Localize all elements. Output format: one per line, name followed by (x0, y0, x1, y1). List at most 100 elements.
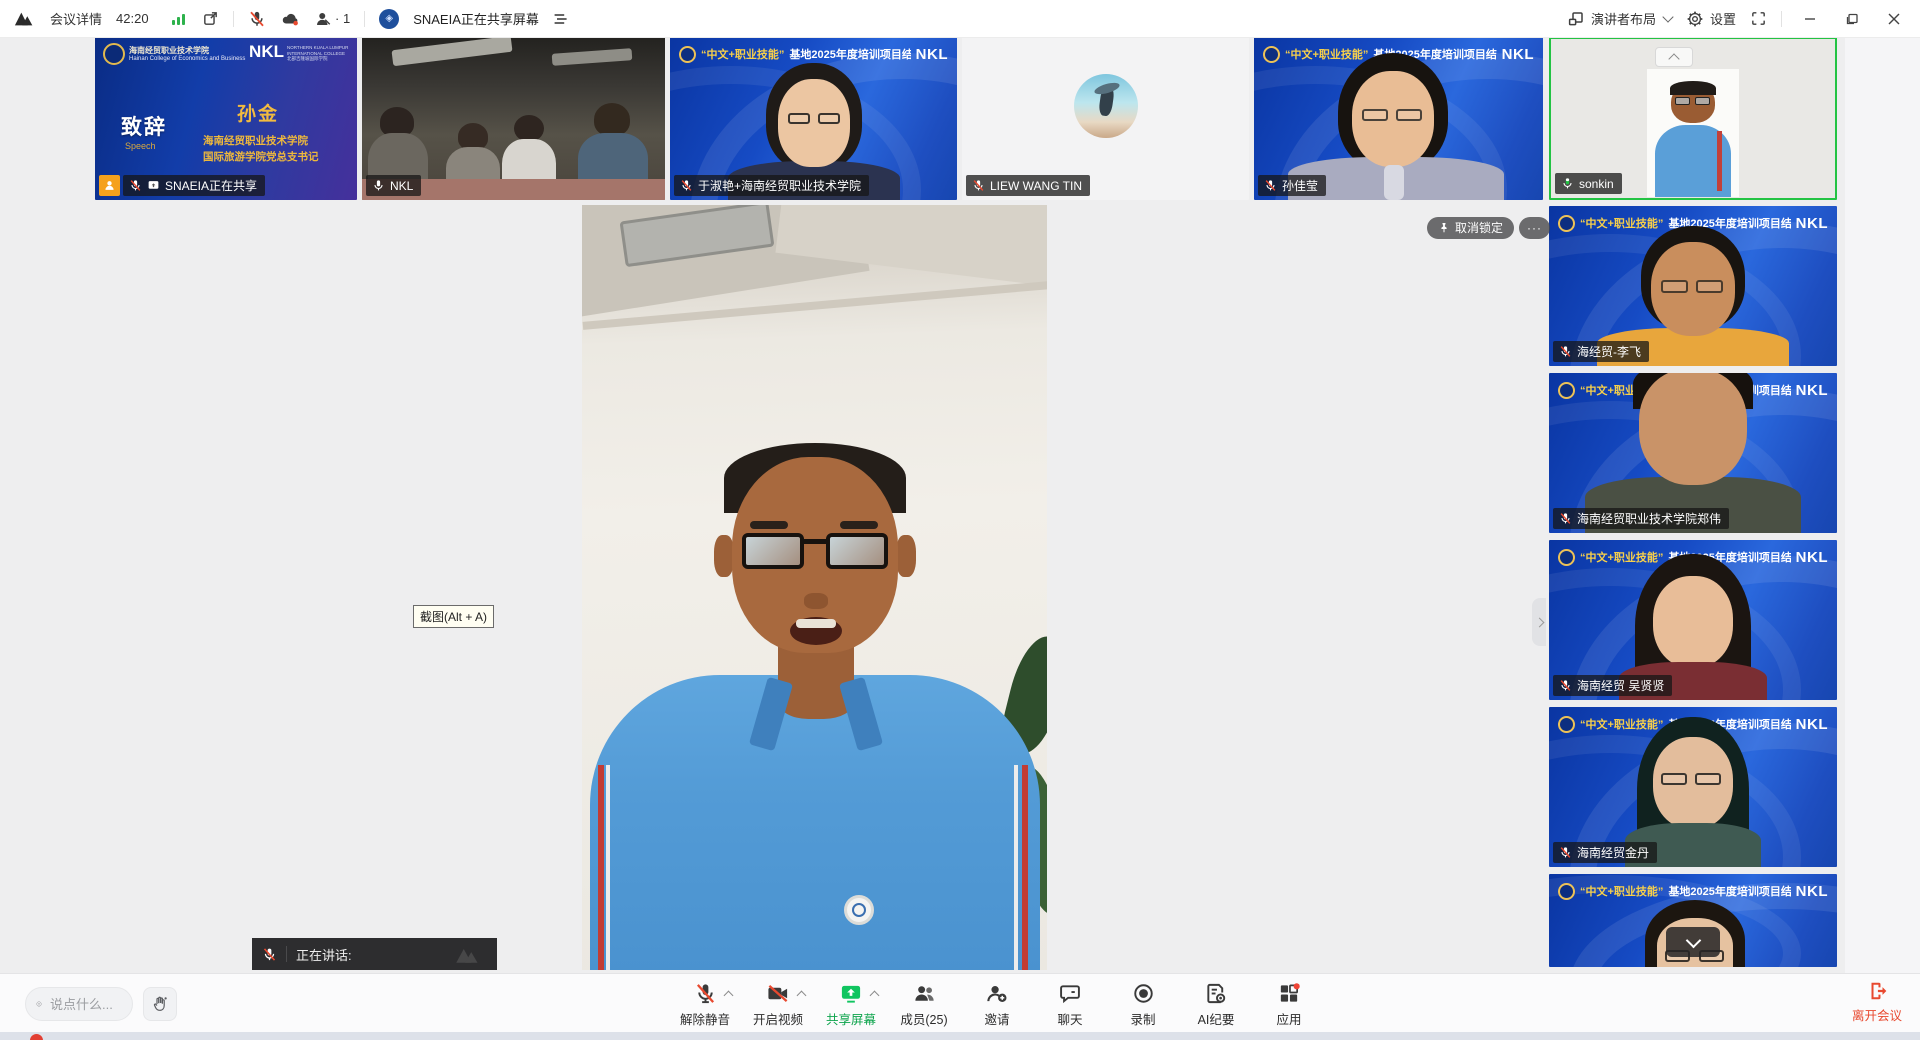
glasses-right (1396, 109, 1422, 121)
video-options-caret[interactable] (797, 991, 807, 1001)
glasses-left (1661, 280, 1688, 293)
slide-speaker-line1: 海南经贸职业技术学院 (203, 133, 308, 148)
sleeve-trim-red (598, 765, 604, 970)
audience-head (594, 103, 630, 136)
member-count: · 1 (335, 11, 350, 26)
name-label: 海南经贸 吴贤贤 (1553, 675, 1672, 696)
sidebar-scroll-down-button[interactable] (1666, 927, 1720, 957)
leave-meeting-icon (1866, 980, 1888, 1002)
sleeve-trim-red (1022, 765, 1028, 970)
layout-switcher[interactable]: 演讲者布局 (1567, 9, 1672, 28)
strip-collapse-handle[interactable] (1655, 47, 1693, 67)
unmute-button[interactable]: 解除静音 (676, 980, 734, 1028)
sharer-avatar: ◈ (379, 9, 399, 29)
cb-logo-icon (1558, 883, 1575, 900)
name-label: LIEW WANG TIN (966, 175, 1090, 196)
glasses-right (818, 113, 840, 124)
speaker-eyebrow (750, 521, 788, 529)
ai-minutes-button[interactable]: AI纪要 (1187, 980, 1245, 1028)
sidebar-gutter (1845, 37, 1920, 973)
record-icon (1132, 982, 1155, 1005)
tile-shared-screen[interactable]: 海南经贸职业技术学院 Hainan College of Economics a… (95, 37, 357, 200)
sidebar-collapse-handle[interactable] (1532, 598, 1546, 646)
sharing-status-text: SNAEIA正在共享屏幕 (413, 9, 539, 28)
watermark-logo-icon (453, 944, 487, 964)
app-logo-icon (14, 8, 36, 30)
glasses-right (1695, 773, 1721, 785)
mic-muted-icon (1559, 846, 1572, 859)
share-list-icon[interactable] (553, 12, 569, 26)
sidebar-tile-lifei[interactable]: “中文+职业技能” 基地2025年度培训项目结班仪式 NKL 海经贸-李飞 (1549, 206, 1837, 366)
fullscreen-icon[interactable] (1750, 10, 1767, 27)
tile-liew-wang-tin[interactable]: LIEW WANG TIN (962, 37, 1249, 200)
sidebar-tile-jindan[interactable]: “中文+职业技能” 基地2025年度培训项目结班仪式 NKL 海南经贸金丹 (1549, 707, 1837, 867)
main-speaker-video[interactable] (582, 205, 1047, 970)
leave-meeting-button[interactable]: 离开会议 (1852, 980, 1902, 1024)
quick-chat-pill[interactable] (25, 987, 133, 1021)
chevron-right-icon (1534, 617, 1544, 627)
name-label: 海经贸-李飞 (1553, 341, 1649, 362)
sidebar-tile-wuxianxian[interactable]: “中文+职业技能” 基地2025年度培训项目结班仪式 NKL 海南经贸 吴贤贤 (1549, 540, 1837, 700)
screenshot-tooltip: 截图(Alt + A) (413, 605, 494, 628)
members-status-icon[interactable]: · 1 (314, 10, 350, 28)
taskbar-notification-dot (30, 1034, 43, 1040)
glasses-left (1661, 773, 1687, 785)
share-options-caret[interactable] (870, 991, 880, 1001)
raise-hand-button[interactable] (143, 987, 177, 1021)
invite-button[interactable]: 邀请 (968, 980, 1026, 1028)
chevron-down-icon (1662, 11, 1673, 22)
mic-muted-icon (129, 179, 142, 192)
glasses-right (1696, 280, 1723, 293)
tile-yushuyan[interactable]: “中文+职业技能” 基地2025年度培训项目结班仪式 NKL 于淑艳+海南经贸职… (670, 37, 957, 200)
minimize-button[interactable] (1796, 7, 1824, 31)
unlock-pin-button[interactable]: 取消锁定 (1427, 217, 1514, 239)
tile-nkl-classroom[interactable]: NKL (362, 37, 665, 200)
mic-muted-status-icon[interactable] (248, 10, 266, 28)
maximize-button[interactable] (1838, 7, 1866, 31)
mic-muted-icon (1264, 179, 1277, 192)
apps-button[interactable]: 应用 (1260, 980, 1318, 1028)
speaking-indicator-bar: 正在讲话: (252, 938, 497, 970)
cloud-status-icon[interactable] (280, 10, 300, 28)
sleeve-trim-white (606, 765, 610, 970)
ceiling (775, 205, 1047, 296)
sleeve-trim-white (1014, 765, 1018, 970)
slide-title-en: Speech (125, 141, 156, 151)
record-button[interactable]: 录制 (1114, 980, 1172, 1028)
speaker-shirt (590, 675, 1040, 970)
slide-title: 致辞 (121, 111, 167, 141)
speaker-glasses-right (826, 533, 888, 569)
cb-logo-icon (1558, 382, 1575, 399)
sidebar-tile-partial[interactable]: “中文+职业技能” 基地2025年度培训项目结班仪式 NKL (1549, 874, 1837, 967)
mic-muted-icon (1559, 679, 1572, 692)
cb-logo-icon (1558, 549, 1575, 566)
speaker-ear (896, 535, 916, 577)
mic-active-icon (372, 179, 385, 192)
start-video-button[interactable]: 开启视频 (749, 980, 807, 1028)
name-label: sonkin (1555, 173, 1622, 194)
network-signal-icon[interactable] (170, 11, 188, 27)
ai-minutes-icon (1204, 982, 1228, 1005)
mic-muted-icon (694, 982, 717, 1005)
more-options-button[interactable]: ··· (1519, 217, 1550, 239)
cb-logo-icon (679, 46, 696, 63)
share-screen-button[interactable]: 共享屏幕 (822, 980, 880, 1028)
close-button[interactable] (1880, 7, 1908, 31)
speaker-eyebrow (840, 521, 878, 529)
ceiling-light (391, 37, 512, 66)
members-button[interactable]: 成员(25) (895, 980, 953, 1028)
tile-sunjiaying[interactable]: “中文+职业技能” 基地2025年度培训项目结班仪式 NKL 孙佳莹 (1254, 37, 1543, 200)
tile-sonkin-self[interactable]: sonkin (1549, 37, 1837, 200)
glasses-bridge (802, 539, 828, 544)
sidebar-tile-zhengwei[interactable]: “中文+职业技能” 基地2025年度培训项目结班仪式 NKL 海南经贸职业技术学… (1549, 373, 1837, 533)
open-external-icon[interactable] (202, 10, 219, 27)
mic-options-caret[interactable] (724, 991, 734, 1001)
meeting-details-button[interactable]: 会议详情 (50, 9, 102, 28)
cb-logo-icon (1558, 716, 1575, 733)
presenter-badge-icon (99, 175, 120, 196)
name-label: 于淑艳+海南经贸职业技术学院 (674, 175, 869, 196)
chat-button[interactable]: 聊天 (1041, 980, 1099, 1028)
cb-logo-icon (1558, 215, 1575, 232)
settings-button[interactable]: 设置 (1686, 9, 1736, 28)
quick-chat-input[interactable] (48, 996, 122, 1013)
